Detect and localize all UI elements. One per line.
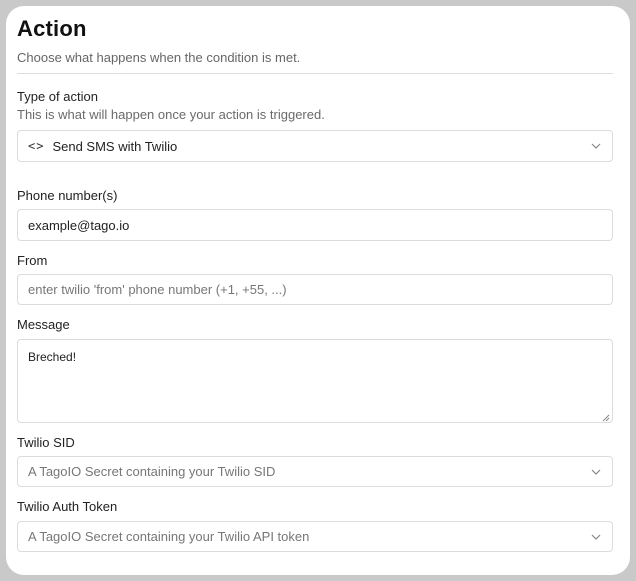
- chevron-down-icon: [590, 466, 602, 478]
- message-value: Breched!: [28, 350, 77, 364]
- twilio-auth-token-placeholder: A TagoIO Secret containing your Twilio A…: [28, 529, 310, 544]
- code-icon: <>: [28, 139, 45, 153]
- twilio-sid-select[interactable]: A TagoIO Secret containing your Twilio S…: [17, 456, 613, 487]
- type-of-action-value: Send SMS with Twilio: [52, 138, 178, 154]
- resize-handle-icon[interactable]: [601, 411, 610, 422]
- phone-numbers-input[interactable]: example@tago.io: [17, 209, 613, 241]
- phone-numbers-label: Phone number(s): [17, 188, 118, 203]
- twilio-auth-token-select[interactable]: A TagoIO Secret containing your Twilio A…: [17, 521, 613, 552]
- twilio-auth-token-label: Twilio Auth Token: [17, 499, 118, 514]
- divider: [17, 73, 613, 74]
- action-panel: Action Choose what happens when the cond…: [6, 6, 630, 575]
- phone-numbers-value: example@tago.io: [28, 217, 130, 233]
- type-of-action-hint: This is what will happen once your actio…: [17, 107, 325, 122]
- message-label: Message: [17, 317, 70, 332]
- type-of-action-select[interactable]: <> Send SMS with Twilio: [17, 130, 613, 162]
- from-input[interactable]: enter twilio 'from' phone number (+1, +5…: [17, 274, 613, 305]
- twilio-sid-placeholder: A TagoIO Secret containing your Twilio S…: [28, 464, 276, 479]
- message-textarea[interactable]: Breched!: [17, 339, 613, 423]
- type-of-action-label: Type of action: [17, 89, 98, 104]
- page-subtitle: Choose what happens when the condition i…: [17, 50, 301, 65]
- from-placeholder: enter twilio 'from' phone number (+1, +5…: [28, 282, 287, 297]
- page-title: Action: [17, 16, 87, 41]
- twilio-sid-label: Twilio SID: [17, 435, 75, 450]
- chevron-down-icon: [590, 531, 602, 543]
- from-label: From: [17, 253, 48, 268]
- chevron-down-icon: [590, 140, 602, 152]
